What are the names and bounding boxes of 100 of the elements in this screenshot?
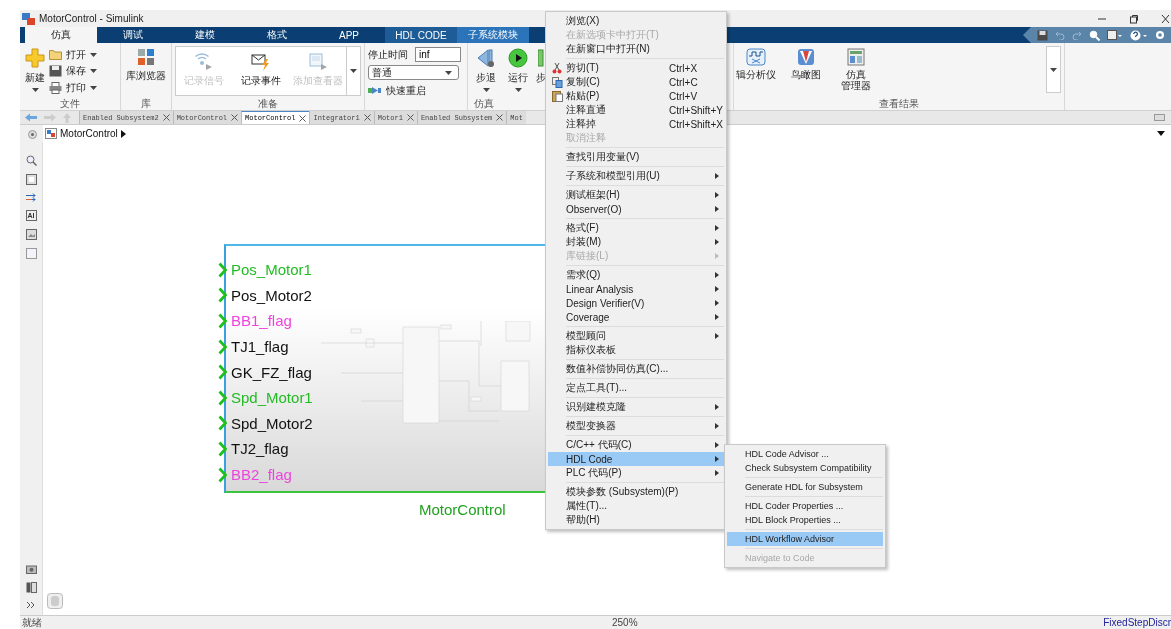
menu-item[interactable]: 粘贴(P) Ctrl+V <box>548 89 724 103</box>
zoom-icon[interactable] <box>25 155 37 166</box>
expand-icon[interactable] <box>26 601 36 609</box>
input-port-icon[interactable] <box>218 415 227 432</box>
scissors-icon <box>552 62 562 74</box>
plus-icon <box>25 48 45 68</box>
dashboard-icon <box>847 48 865 66</box>
close-icon[interactable] <box>363 114 371 121</box>
help-icon[interactable] <box>1130 29 1148 41</box>
fit-view-icon[interactable] <box>25 174 37 185</box>
camera-icon[interactable] <box>25 564 37 574</box>
ribbon-tab[interactable]: 建模 <box>169 27 241 43</box>
review-button[interactable]: 辑分析仪 <box>734 46 778 98</box>
caret-icon[interactable] <box>1050 67 1057 72</box>
input-port-icon[interactable] <box>218 313 227 329</box>
ribbon-tab[interactable]: APP <box>313 27 385 43</box>
caret-icon <box>90 69 97 73</box>
close-icon[interactable] <box>162 114 170 121</box>
simulation-button[interactable]: 运行 <box>502 46 534 98</box>
menu-item[interactable]: HDL Code <box>548 452 724 466</box>
clipboard-icon <box>551 90 563 102</box>
close-icon[interactable] <box>1161 13 1169 24</box>
menu-item[interactable]: 剪切(T) Ctrl+X <box>548 61 724 75</box>
save-button[interactable]: 保存 <box>49 63 97 79</box>
close-icon[interactable] <box>231 114 239 121</box>
close-icon[interactable] <box>406 114 414 121</box>
zoom-level: 250% <box>612 617 638 628</box>
caret-icon <box>514 88 522 92</box>
arrows-icon[interactable] <box>25 193 37 202</box>
input-port-icon[interactable] <box>218 364 227 381</box>
new-button[interactable]: 新建 <box>23 46 47 98</box>
menu-item[interactable]: 属性(T)... <box>548 499 724 513</box>
input-port-icon[interactable] <box>218 287 227 304</box>
copy-icon <box>551 76 563 88</box>
port-label: Spd_Motor1 <box>231 389 313 407</box>
property-inspector-icon[interactable] <box>25 582 37 593</box>
stop-time-field[interactable]: inf <box>415 47 461 62</box>
menu-item[interactable]: HDL Coder Properties ... <box>727 499 883 513</box>
port-label: Spd_Motor2 <box>231 414 313 432</box>
input-port-icon[interactable] <box>218 440 227 457</box>
open-button[interactable]: 打开 <box>49 47 97 62</box>
gallery-button[interactable]: 记录事件 <box>232 47 290 95</box>
menu-item[interactable]: Observer(O) <box>548 202 724 216</box>
ribbon-tab[interactable]: 调试 <box>97 27 169 43</box>
caret-icon <box>31 88 39 92</box>
fast-restart-icon <box>368 86 382 95</box>
port-label: Pos_Motor2 <box>231 286 312 304</box>
menu-item[interactable]: Generate HDL for Subsystem <box>727 480 883 494</box>
simulation-button[interactable]: 步退 <box>470 46 502 98</box>
menu-item[interactable]: 在新窗口中打开(N) <box>548 42 724 56</box>
ribbon-tab[interactable]: HDL CODE <box>385 27 457 43</box>
restore-icon[interactable] <box>1129 13 1139 24</box>
library-browser-button[interactable]: 库浏览器 <box>124 46 168 98</box>
review-button[interactable]: 鸟瞰图 <box>784 46 828 98</box>
solver-link[interactable]: FixedStepDiscr <box>1103 617 1171 628</box>
menu-item[interactable]: 复制(C) Ctrl+C <box>548 75 724 89</box>
group-label: 文件 <box>60 98 80 110</box>
close-icon[interactable] <box>299 114 307 122</box>
dropdown-arrow-icon[interactable] <box>1157 131 1165 136</box>
menu-item[interactable]: Check Subsystem Compatibility <box>727 461 883 475</box>
input-port-icon[interactable] <box>218 466 227 483</box>
input-port-icon[interactable] <box>218 389 227 406</box>
menu-item[interactable]: HDL Block Properties ... <box>727 513 883 527</box>
grid-icon[interactable] <box>1107 29 1123 41</box>
fast-restart-button[interactable]: 快速重启 <box>368 83 464 98</box>
step-back-icon <box>476 48 496 68</box>
menu-item[interactable]: 注释直通 Ctrl+Shift+Y <box>548 103 724 117</box>
ribbon-tab[interactable]: 仿真 <box>25 27 97 43</box>
review-button[interactable]: 仿真 管理器 <box>834 46 878 98</box>
menu-item[interactable]: 帮助(H) <box>548 513 724 527</box>
input-port-icon[interactable] <box>218 261 227 278</box>
ribbon-tab[interactable]: 格式 <box>241 27 313 43</box>
monitor-icon <box>307 53 328 71</box>
simulation-button[interactable]: 步 <box>534 46 547 98</box>
library-grid-icon <box>137 48 155 66</box>
save-icon[interactable] <box>1037 29 1048 41</box>
menu-item[interactable]: HDL Code Advisor ... <box>727 447 883 461</box>
app-icon <box>22 12 35 25</box>
caret-icon[interactable] <box>350 69 357 73</box>
menu-item[interactable]: HDL Workflow Advisor <box>727 532 883 546</box>
hide-panel-icon[interactable] <box>28 129 37 139</box>
menu-item[interactable]: 浏览(X) <box>548 14 724 28</box>
folder-icon <box>49 49 62 60</box>
menu-item[interactable]: 子系统和模型引用(U) <box>548 169 724 183</box>
close-icon[interactable] <box>496 114 504 121</box>
menu-item[interactable]: 格式(F) <box>548 221 724 235</box>
simulation-mode-dropdown[interactable]: 普通 <box>368 65 459 80</box>
print-button[interactable]: 打印 <box>49 80 97 95</box>
image-icon[interactable] <box>25 229 37 240</box>
input-port-icon[interactable] <box>218 338 227 355</box>
breadcrumb-link[interactable]: MotorControl <box>60 128 118 139</box>
annotation-icon[interactable] <box>25 210 37 221</box>
waveform-icon <box>746 48 766 66</box>
status-text: 就绪 <box>22 615 42 629</box>
expand-arrow-icon[interactable] <box>120 129 126 138</box>
ribbon-tab[interactable]: 子系统模块 <box>457 27 529 43</box>
menu-item[interactable]: 注释掉 Ctrl+Shift+X <box>548 117 724 131</box>
menu-item[interactable]: 查找引用变量(V) <box>548 150 724 164</box>
search-icon[interactable] <box>1089 29 1100 41</box>
menu-item[interactable]: 测试框架(H) <box>548 188 724 202</box>
